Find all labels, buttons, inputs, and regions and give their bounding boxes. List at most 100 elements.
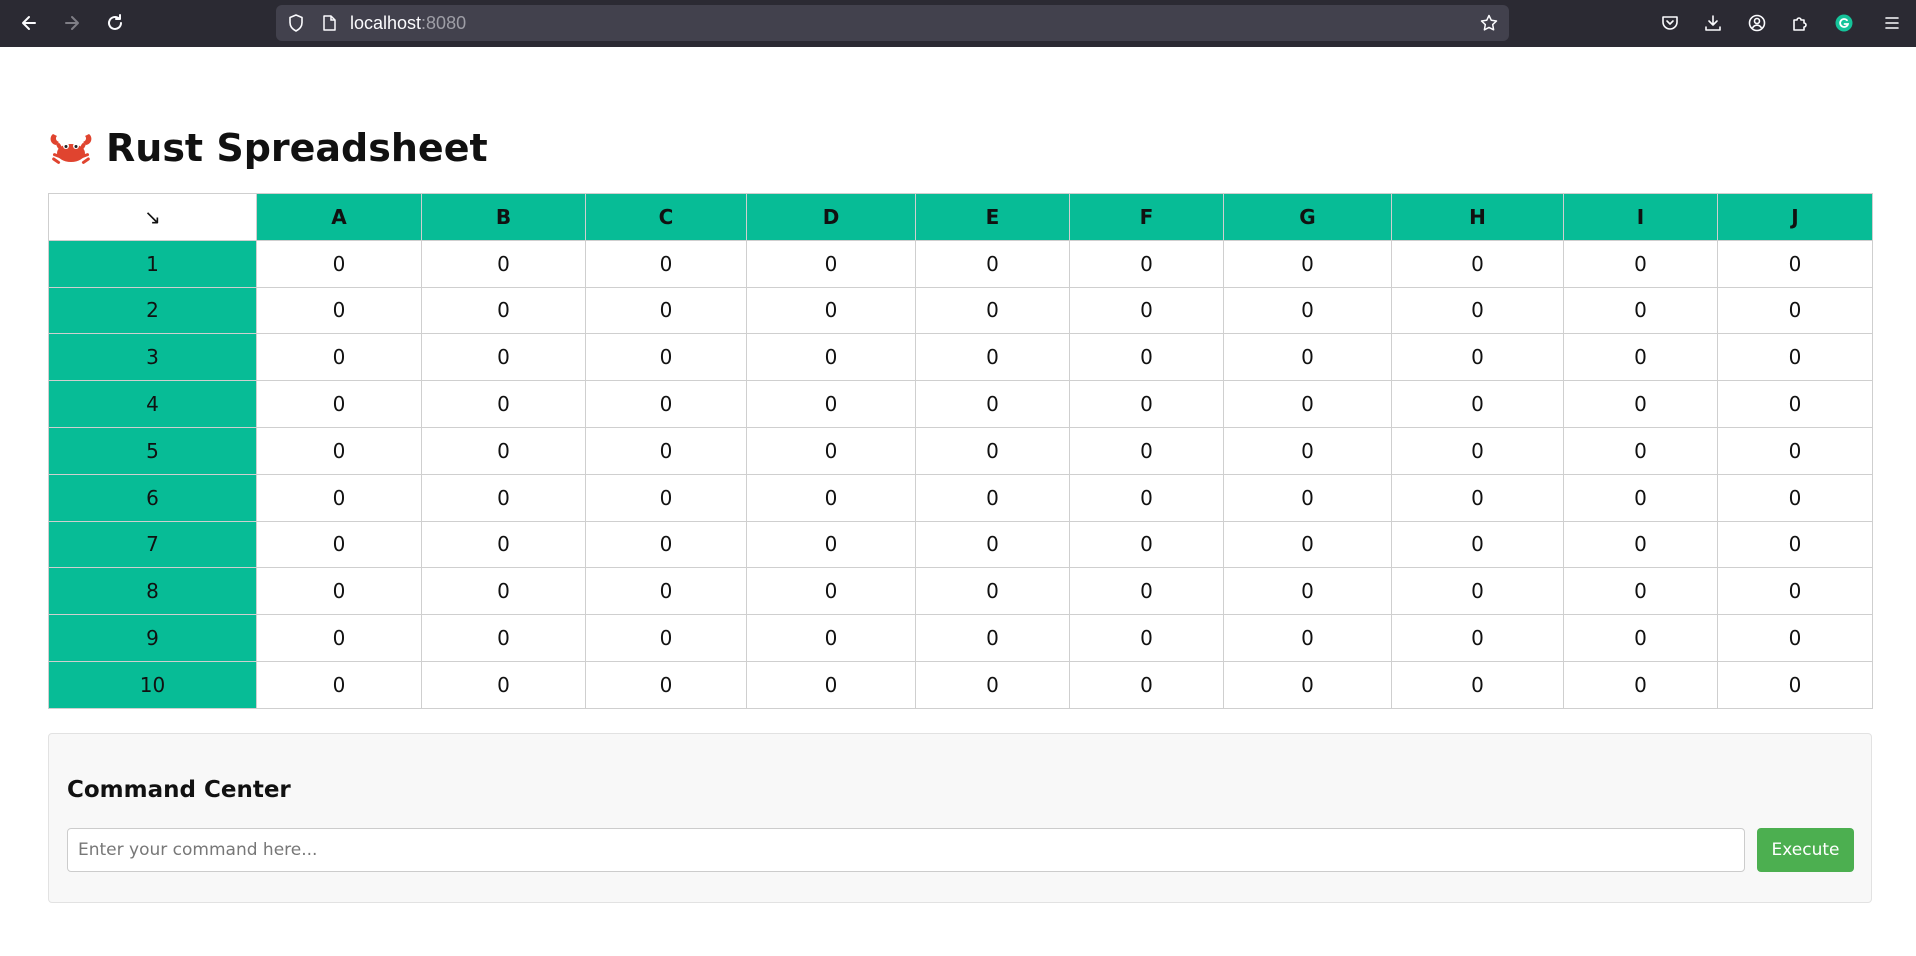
cell-d6[interactable]: 0 <box>746 473 916 522</box>
cell-d4[interactable]: 0 <box>746 380 916 428</box>
cell-e1[interactable]: 0 <box>915 239 1070 288</box>
cell-h6[interactable]: 0 <box>1391 473 1564 522</box>
cell-j1[interactable]: 0 <box>1717 239 1873 288</box>
cell-e10[interactable]: 0 <box>915 660 1070 709</box>
cell-b2[interactable]: 0 <box>421 286 586 335</box>
cell-a5[interactable]: 0 <box>256 426 422 475</box>
cell-h2[interactable]: 0 <box>1391 286 1564 335</box>
cell-i2[interactable]: 0 <box>1563 286 1718 335</box>
cell-d3[interactable]: 0 <box>746 333 916 382</box>
back-button[interactable] <box>12 6 46 40</box>
cell-c5[interactable]: 0 <box>585 426 747 475</box>
cell-c2[interactable]: 0 <box>585 286 747 335</box>
reload-button[interactable] <box>98 6 132 40</box>
cell-g1[interactable]: 0 <box>1223 239 1392 288</box>
cell-d2[interactable]: 0 <box>746 286 916 335</box>
cell-b10[interactable]: 0 <box>421 660 586 709</box>
row-header[interactable]: 3 <box>48 333 257 382</box>
cell-e5[interactable]: 0 <box>915 426 1070 475</box>
cell-e8[interactable]: 0 <box>915 567 1070 616</box>
cell-i9[interactable]: 0 <box>1563 614 1718 662</box>
cell-j2[interactable]: 0 <box>1717 286 1873 335</box>
cell-j9[interactable]: 0 <box>1717 614 1873 662</box>
cell-c10[interactable]: 0 <box>585 660 747 709</box>
cell-i6[interactable]: 0 <box>1563 473 1718 522</box>
cell-e2[interactable]: 0 <box>915 286 1070 335</box>
cell-a4[interactable]: 0 <box>256 380 422 428</box>
column-header-h[interactable]: H <box>1391 193 1564 241</box>
cell-e7[interactable]: 0 <box>915 520 1070 569</box>
cell-g8[interactable]: 0 <box>1223 567 1392 616</box>
cell-b4[interactable]: 0 <box>421 380 586 428</box>
cell-i4[interactable]: 0 <box>1563 380 1718 428</box>
cell-j10[interactable]: 0 <box>1717 660 1873 709</box>
cell-f5[interactable]: 0 <box>1069 426 1224 475</box>
cell-h1[interactable]: 0 <box>1391 239 1564 288</box>
cell-c7[interactable]: 0 <box>585 520 747 569</box>
account-button[interactable] <box>1740 6 1774 40</box>
cell-c9[interactable]: 0 <box>585 614 747 662</box>
cell-h8[interactable]: 0 <box>1391 567 1564 616</box>
cell-a10[interactable]: 0 <box>256 660 422 709</box>
cell-f9[interactable]: 0 <box>1069 614 1224 662</box>
row-header[interactable]: 4 <box>48 380 257 428</box>
cell-h7[interactable]: 0 <box>1391 520 1564 569</box>
cell-i7[interactable]: 0 <box>1563 520 1718 569</box>
cell-c3[interactable]: 0 <box>585 333 747 382</box>
command-input[interactable] <box>67 828 1745 872</box>
cell-d1[interactable]: 0 <box>746 239 916 288</box>
cell-j4[interactable]: 0 <box>1717 380 1873 428</box>
cell-a2[interactable]: 0 <box>256 286 422 335</box>
cell-g5[interactable]: 0 <box>1223 426 1392 475</box>
cell-a1[interactable]: 0 <box>256 239 422 288</box>
cell-g2[interactable]: 0 <box>1223 286 1392 335</box>
row-header[interactable]: 1 <box>48 239 257 288</box>
pocket-button[interactable] <box>1653 6 1687 40</box>
cell-h5[interactable]: 0 <box>1391 426 1564 475</box>
column-header-g[interactable]: G <box>1223 193 1392 241</box>
cell-g7[interactable]: 0 <box>1223 520 1392 569</box>
cell-j8[interactable]: 0 <box>1717 567 1873 616</box>
cell-f10[interactable]: 0 <box>1069 660 1224 709</box>
cell-b6[interactable]: 0 <box>421 473 586 522</box>
downloads-button[interactable] <box>1696 6 1730 40</box>
row-header[interactable]: 5 <box>48 426 257 475</box>
execute-button[interactable]: Execute <box>1757 828 1854 872</box>
cell-i1[interactable]: 0 <box>1563 239 1718 288</box>
column-header-d[interactable]: D <box>746 193 916 241</box>
cell-i10[interactable]: 0 <box>1563 660 1718 709</box>
cell-g9[interactable]: 0 <box>1223 614 1392 662</box>
cell-g6[interactable]: 0 <box>1223 473 1392 522</box>
cell-a6[interactable]: 0 <box>256 473 422 522</box>
column-header-j[interactable]: J <box>1717 193 1873 241</box>
column-header-e[interactable]: E <box>915 193 1070 241</box>
cell-h3[interactable]: 0 <box>1391 333 1564 382</box>
cell-j5[interactable]: 0 <box>1717 426 1873 475</box>
cell-g10[interactable]: 0 <box>1223 660 1392 709</box>
menu-button[interactable] <box>1875 6 1909 40</box>
cell-g4[interactable]: 0 <box>1223 380 1392 428</box>
cell-d7[interactable]: 0 <box>746 520 916 569</box>
cell-e4[interactable]: 0 <box>915 380 1070 428</box>
cell-b9[interactable]: 0 <box>421 614 586 662</box>
cell-j6[interactable]: 0 <box>1717 473 1873 522</box>
cell-h9[interactable]: 0 <box>1391 614 1564 662</box>
row-header[interactable]: 2 <box>48 286 257 335</box>
row-header[interactable]: 10 <box>48 660 257 709</box>
cell-f2[interactable]: 0 <box>1069 286 1224 335</box>
cell-c1[interactable]: 0 <box>585 239 747 288</box>
cell-d9[interactable]: 0 <box>746 614 916 662</box>
cell-i8[interactable]: 0 <box>1563 567 1718 616</box>
cell-g3[interactable]: 0 <box>1223 333 1392 382</box>
cell-h10[interactable]: 0 <box>1391 660 1564 709</box>
cell-i3[interactable]: 0 <box>1563 333 1718 382</box>
url-bar[interactable]: localhost:8080 <box>276 5 1509 41</box>
shield-icon[interactable] <box>286 13 306 33</box>
column-header-f[interactable]: F <box>1069 193 1224 241</box>
cell-j7[interactable]: 0 <box>1717 520 1873 569</box>
bookmark-star-icon[interactable] <box>1479 13 1499 33</box>
cell-e9[interactable]: 0 <box>915 614 1070 662</box>
cell-e6[interactable]: 0 <box>915 473 1070 522</box>
cell-f3[interactable]: 0 <box>1069 333 1224 382</box>
cell-b7[interactable]: 0 <box>421 520 586 569</box>
